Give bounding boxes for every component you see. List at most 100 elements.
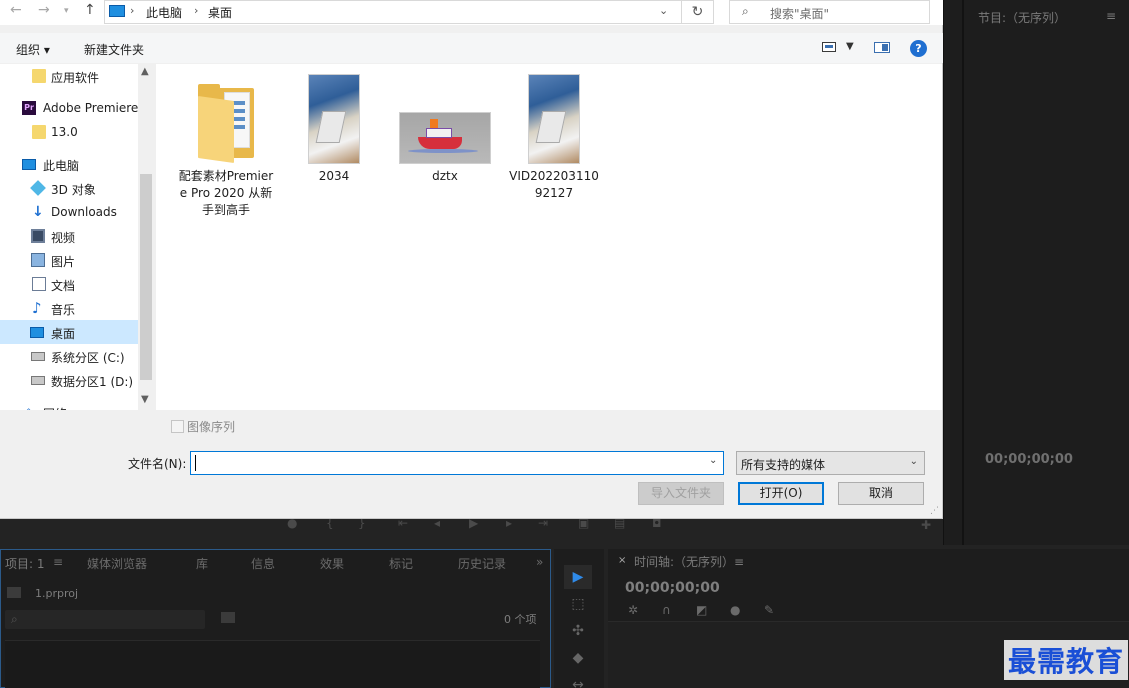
- nav-item-music[interactable]: ♪ 音乐: [0, 296, 138, 320]
- file-name: 2034: [318, 169, 350, 183]
- up-icon[interactable]: ↑: [84, 2, 96, 18]
- nav-item-network[interactable]: ◈ 网络: [0, 400, 138, 410]
- ripple-edit-tool-icon[interactable]: ✣: [564, 619, 592, 643]
- nav-item-downloads[interactable]: ↓ Downloads: [0, 200, 138, 224]
- razor-tool-icon[interactable]: ◆: [564, 646, 592, 670]
- tab-project[interactable]: 项目: 1: [5, 555, 45, 572]
- back-icon[interactable]: ←: [10, 2, 22, 18]
- recent-locations-icon[interactable]: ▾: [64, 6, 69, 16]
- timeline-timecode[interactable]: 00;00;00;00: [625, 580, 720, 596]
- selection-tool-icon[interactable]: ▶: [564, 565, 592, 589]
- file-item-folder[interactable]: 配套素材Premiere Pro 2020 从新手到高手: [178, 78, 274, 219]
- image-thumbnail: [399, 112, 491, 164]
- nav-item-label: Adobe Premiere: [43, 101, 138, 115]
- linked-selection-icon[interactable]: ◩: [696, 603, 730, 617]
- chevron-down-icon[interactable]: ▼: [846, 41, 854, 52]
- project-item-list[interactable]: [5, 640, 540, 688]
- search-icon: ⌕: [11, 612, 18, 626]
- chevron-right-icon[interactable]: ›: [130, 4, 134, 17]
- organize-button[interactable]: 组织 ▾: [16, 41, 50, 58]
- file-item-2034[interactable]: 2034: [296, 74, 372, 185]
- folder-icon: [32, 125, 46, 139]
- breadcrumb-this-pc[interactable]: 此电脑: [146, 4, 182, 21]
- nav-item-this-pc[interactable]: 此电脑: [0, 152, 138, 176]
- new-bin-icon[interactable]: [221, 612, 235, 623]
- nav-item-adobe-premiere[interactable]: Pr Adobe Premiere: [0, 96, 138, 120]
- panel-menu-icon[interactable]: ≡: [1106, 9, 1116, 23]
- tab-history[interactable]: 历史记录: [458, 555, 506, 572]
- tab-libraries[interactable]: 库: [196, 555, 208, 572]
- scrollbar-thumb[interactable]: [140, 174, 152, 380]
- nav-item-label: 此电脑: [43, 159, 80, 173]
- file-item-vid[interactable]: VID20220311092127: [506, 74, 602, 202]
- close-icon[interactable]: ×: [618, 555, 626, 566]
- refresh-button[interactable]: ↻: [682, 0, 714, 24]
- slip-tool-icon[interactable]: ↔: [564, 673, 592, 688]
- image-sequence-checkbox[interactable]: 图像序列: [171, 418, 235, 435]
- help-icon[interactable]: ?: [910, 40, 927, 57]
- tab-effects[interactable]: 效果: [320, 555, 344, 572]
- tab-menu-icon[interactable]: ≡: [53, 555, 63, 569]
- tab-info[interactable]: 信息: [251, 555, 275, 572]
- chevron-down-icon[interactable]: ⌄: [910, 456, 918, 467]
- filename-input[interactable]: [190, 451, 724, 475]
- nav-item-videos[interactable]: 视频: [0, 224, 138, 248]
- snap-icon[interactable]: ∩: [662, 603, 696, 617]
- nav-item-app-software[interactable]: 应用软件: [0, 64, 138, 88]
- timeline-title[interactable]: 时间轴:（无序列）≡: [634, 553, 744, 570]
- new-folder-button[interactable]: 新建文件夹: [84, 41, 144, 58]
- nav-item-drive-d[interactable]: 数据分区1 (D:): [0, 368, 138, 392]
- wrench-icon[interactable]: ✎: [764, 603, 798, 617]
- filetype-select[interactable]: 所有支持的媒体 ⌄: [736, 451, 925, 475]
- file-name: VID20220311092127: [509, 169, 599, 200]
- nav-item-documents[interactable]: 文档: [0, 272, 138, 296]
- program-timecode[interactable]: 00;00;00;00: [985, 452, 1073, 467]
- cube-icon: [30, 180, 46, 196]
- search-input[interactable]: ⌕ 搜索"桌面": [729, 0, 930, 24]
- address-bar[interactable]: › 此电脑 › 桌面 ⌄: [104, 0, 682, 24]
- view-mode-icon[interactable]: [822, 42, 836, 52]
- add-button-icon[interactable]: ✚: [921, 518, 931, 532]
- nav-item-drive-c[interactable]: 系统分区 (C:): [0, 344, 138, 368]
- project-panel: 项目: 1 ≡ 媒体浏览器 库 信息 效果 标记 历史记录 » 1.prproj…: [0, 549, 551, 688]
- checkbox-icon[interactable]: [171, 420, 184, 433]
- chevron-down-icon[interactable]: ⌄: [659, 4, 668, 17]
- search-icon: ⌕: [742, 4, 749, 18]
- scroll-up-icon[interactable]: ▲: [141, 66, 149, 77]
- chevron-down-icon[interactable]: ⌄: [709, 455, 717, 466]
- open-button[interactable]: 打开(O): [738, 482, 824, 505]
- project-search-input[interactable]: [5, 610, 205, 629]
- watermark-logo: 最需教育: [1004, 640, 1129, 680]
- program-monitor-title[interactable]: 节目:（无序列）: [978, 9, 1066, 26]
- add-marker-icon[interactable]: ●: [730, 603, 764, 617]
- breadcrumb-desktop[interactable]: 桌面: [208, 4, 232, 21]
- nest-icon[interactable]: ✲: [628, 603, 662, 617]
- nav-item-label: 应用软件: [51, 71, 100, 85]
- tab-media-browser[interactable]: 媒体浏览器: [87, 555, 147, 572]
- document-icon: [32, 277, 46, 291]
- nav-scrollbar[interactable]: ▲ ▼: [138, 64, 155, 410]
- nav-item-label: 图片: [51, 255, 76, 269]
- folder-icon: [194, 78, 258, 164]
- nav-item-pictures[interactable]: 图片: [0, 248, 138, 272]
- file-item-dztx[interactable]: dztx: [396, 112, 494, 185]
- forward-icon[interactable]: →: [38, 2, 50, 18]
- nav-item-3d-objects[interactable]: 3D 对象: [0, 176, 138, 200]
- navigation-pane: 应用软件 Pr Adobe Premiere 13.0 此电脑 3D 对象 ↓ …: [0, 64, 155, 410]
- nav-item-desktop[interactable]: 桌面: [0, 320, 138, 344]
- track-select-tool-icon[interactable]: ⬚: [564, 592, 592, 616]
- chevron-right-icon[interactable]: ›: [194, 4, 198, 17]
- cancel-button[interactable]: 取消: [838, 482, 924, 505]
- resize-grip-icon[interactable]: ⋰: [930, 506, 939, 516]
- drive-icon: [31, 352, 45, 361]
- video-thumbnail: [308, 74, 360, 164]
- import-folder-button[interactable]: 导入文件夹: [638, 482, 724, 505]
- drive-icon: [31, 376, 45, 385]
- scroll-down-icon[interactable]: ▼: [141, 394, 149, 405]
- video-thumbnail: [528, 74, 580, 164]
- nav-item-13[interactable]: 13.0: [0, 120, 138, 144]
- filetype-value: 所有支持的媒体: [741, 458, 826, 472]
- tab-overflow-icon[interactable]: »: [536, 555, 543, 569]
- preview-pane-icon[interactable]: [874, 42, 890, 53]
- tab-markers[interactable]: 标记: [389, 555, 413, 572]
